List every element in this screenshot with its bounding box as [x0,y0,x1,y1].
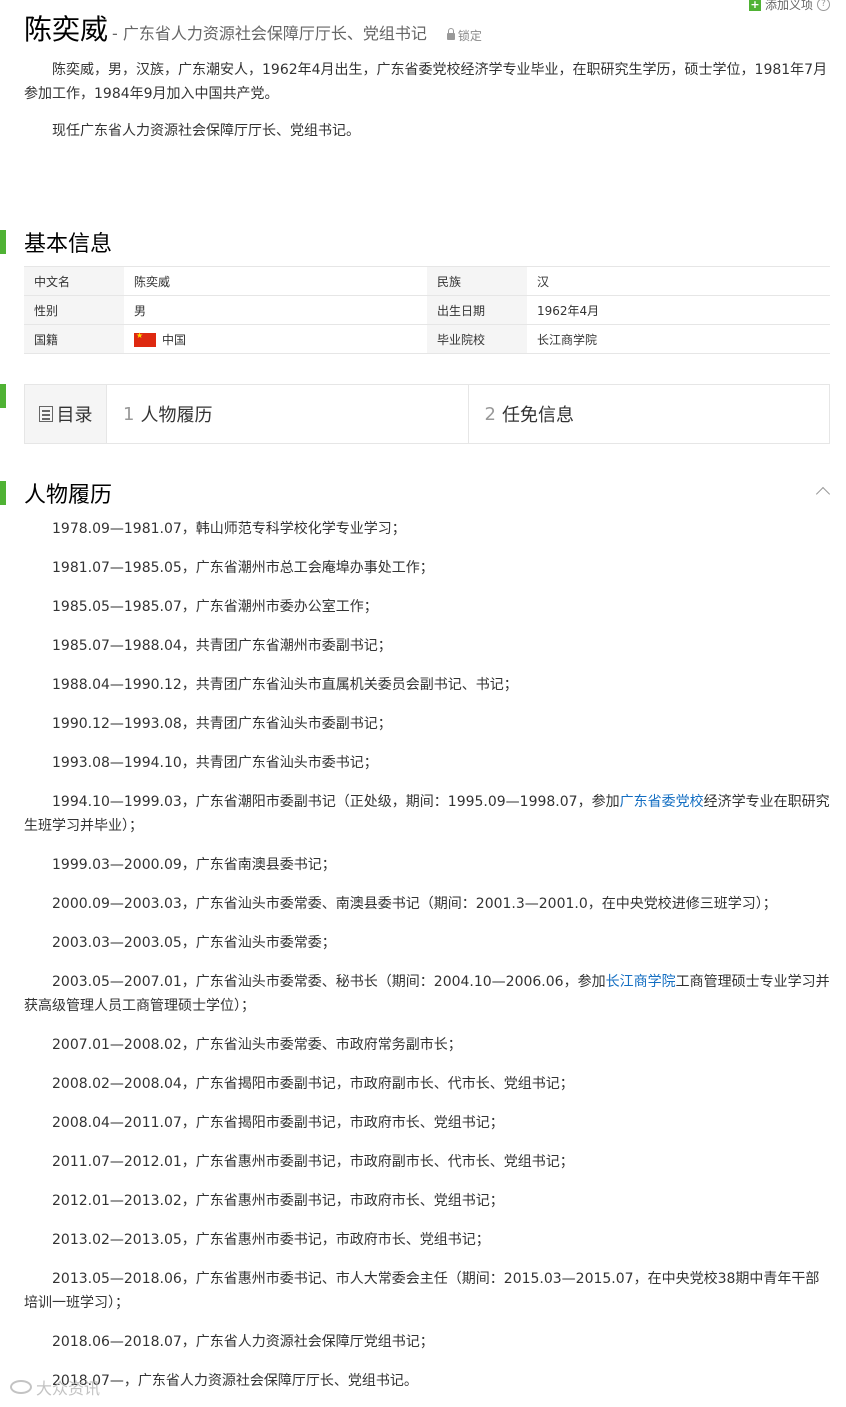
career-entry: 1978.09—1981.07，韩山师范专科学校化学专业学习； [52,521,406,537]
career-entry: 1985.07—1988.04，共青团广东省潮州市委副书记； [52,638,392,654]
entry-description: - 广东省人力资源社会保障厅厅长、党组书记 [112,24,427,43]
career-heading: 人物履历 [0,479,846,509]
career-entry: 1988.04—1990.12，共青团广东省汕头市直属机关委员会副书记、书记； [52,677,518,693]
career-entry: 1994.10—1999.03，广东省潮阳市委副书记（正处级，期间：1995.0… [24,790,830,838]
info-value: 中国 [124,324,427,354]
career-entry: 1990.12—1993.08，共青团广东省汕头市委副书记； [52,716,392,732]
career-entry: 1999.03—2000.09，广东省南澳县委书记； [52,857,336,873]
career-entry: 1993.08—1994.10，共青团广东省汕头市委书记； [52,755,378,771]
career-entry: 1981.07—1985.05，广东省潮州市总工会庵埠办事处工作； [52,560,434,576]
info-key: 出生日期 [427,295,527,325]
catalog-title: 目录 [56,405,93,426]
watermark: 大众资讯 [10,1375,100,1399]
info-value: 长江商学院 [527,324,830,354]
catalog-item-label: 人物履历 [140,405,213,426]
plus-icon: + [748,0,761,11]
career-entry: 2012.01—2013.02，广东省惠州市委副书记，市政府市长、党组书记； [52,1193,504,1209]
career-entry: 2013.05—2018.06，广东省惠州市委书记、市人大常委会主任（期间：20… [24,1271,820,1311]
career-entry: 1985.05—1985.07，广东省潮州市委办公室工作； [52,599,378,615]
info-value: 1962年4月 [527,295,830,325]
section-marker [0,384,6,408]
basic-info-table: 中文名 陈奕威 民族 汉 性别 男 出生日期 1962年4月 国籍 中国 毕业院… [24,266,830,354]
info-value: 陈奕威 [124,266,427,296]
career-entry: 2000.09—2003.03，广东省汕头市委常委、南澳县委书记（期间：2001… [52,896,777,912]
info-value: 汉 [527,266,830,296]
lock-icon [446,28,455,40]
catalog-item-number: 1 [123,403,135,425]
info-value: 男 [124,295,427,325]
info-key: 性别 [24,295,124,325]
basic-info-heading: 基本信息 [0,228,846,258]
help-icon[interactable]: ? [817,0,830,11]
watermark-logo-icon [10,1380,32,1394]
china-flag-icon [134,331,156,347]
add-sense-button[interactable]: + 添加义项 ? [748,0,830,13]
info-key: 毕业院校 [427,324,527,354]
section-marker [0,230,6,254]
catalog-item[interactable]: 2 任免信息 [467,385,830,443]
info-key: 中文名 [24,266,124,296]
nationality-value: 中国 [162,332,187,347]
career-entry: 2018.06—2018.07，广东省人力资源社会保障厅党组书记； [52,1334,434,1350]
watermark-text: 大众资讯 [36,1379,101,1398]
basic-info-title: 基本信息 [24,232,113,257]
career-entry: 2011.07—2012.01，广东省惠州市委副书记，市政府副市长、代市长、党组… [52,1154,574,1170]
entry-name: 陈奕威 [24,13,109,46]
add-sense-label: 添加义项 [764,0,813,12]
chevron-up-icon[interactable] [816,484,830,498]
list-icon [38,406,53,422]
lock-text: 锁定 [457,29,482,43]
catalog-item-number: 2 [484,403,496,425]
career-entry: 2003.03—2003.05，广东省汕头市委常委； [52,935,336,951]
career-link[interactable]: 广东省委党校 [620,794,704,810]
career-link[interactable]: 长江商学院 [606,974,676,990]
career-entry: 2007.01—2008.02，广东省汕头市委常委、市政府常务副市长； [52,1037,462,1053]
catalog-item-label: 任免信息 [501,405,574,426]
catalog-item[interactable]: 1 人物履历 [107,385,468,443]
info-key: 国籍 [24,324,124,354]
career-entry: 2018.07—，广东省人力资源社会保障厅厅长、党组书记。 [52,1373,418,1389]
career-entry: 2008.04—2011.07，广东省揭阳市委副书记，市政府市长、党组书记； [52,1115,504,1131]
lock-label: 锁定 [446,27,482,44]
career-entry: 2008.02—2008.04，广东省揭阳市委副书记，市政府副市长、代市长、党组… [52,1076,574,1092]
career-entry: 2013.02—2013.05，广东省惠州市委书记，市政府市长、党组书记； [52,1232,490,1248]
section-marker [0,481,6,505]
summary-paragraph: 陈奕威，男，汉族，广东潮安人，1962年4月出生，广东省委党校经济学专业毕业，在… [24,62,828,102]
catalog: 目录 1 人物履历 2 任免信息 [24,384,830,444]
table-row: 性别 男 出生日期 1962年4月 [24,295,830,325]
career-title: 人物履历 [24,483,113,508]
career-list: 1978.09—1981.07，韩山师范专科学校化学专业学习； 1981.07—1… [24,517,830,1407]
catalog-header: 目录 [25,385,107,443]
info-key: 民族 [427,266,527,296]
career-text: 1994.10—1999.03，广东省潮阳市委副书记（正处级，期间：1995.0… [52,794,620,810]
career-text: 2003.05—2007.01，广东省汕头市委常委、秘书长（期间：2004.10… [52,974,606,990]
table-row: 中文名 陈奕威 民族 汉 [24,266,830,296]
table-row: 国籍 中国 毕业院校 长江商学院 [24,324,830,354]
career-entry: 2003.05—2007.01，广东省汕头市委常委、秘书长（期间：2004.10… [24,970,830,1018]
summary-paragraph: 现任广东省人力资源社会保障厅厅长、党组书记。 [52,123,360,139]
page-title: 陈奕威 - 广东省人力资源社会保障厅厅长、党组书记 锁定 [24,8,482,48]
